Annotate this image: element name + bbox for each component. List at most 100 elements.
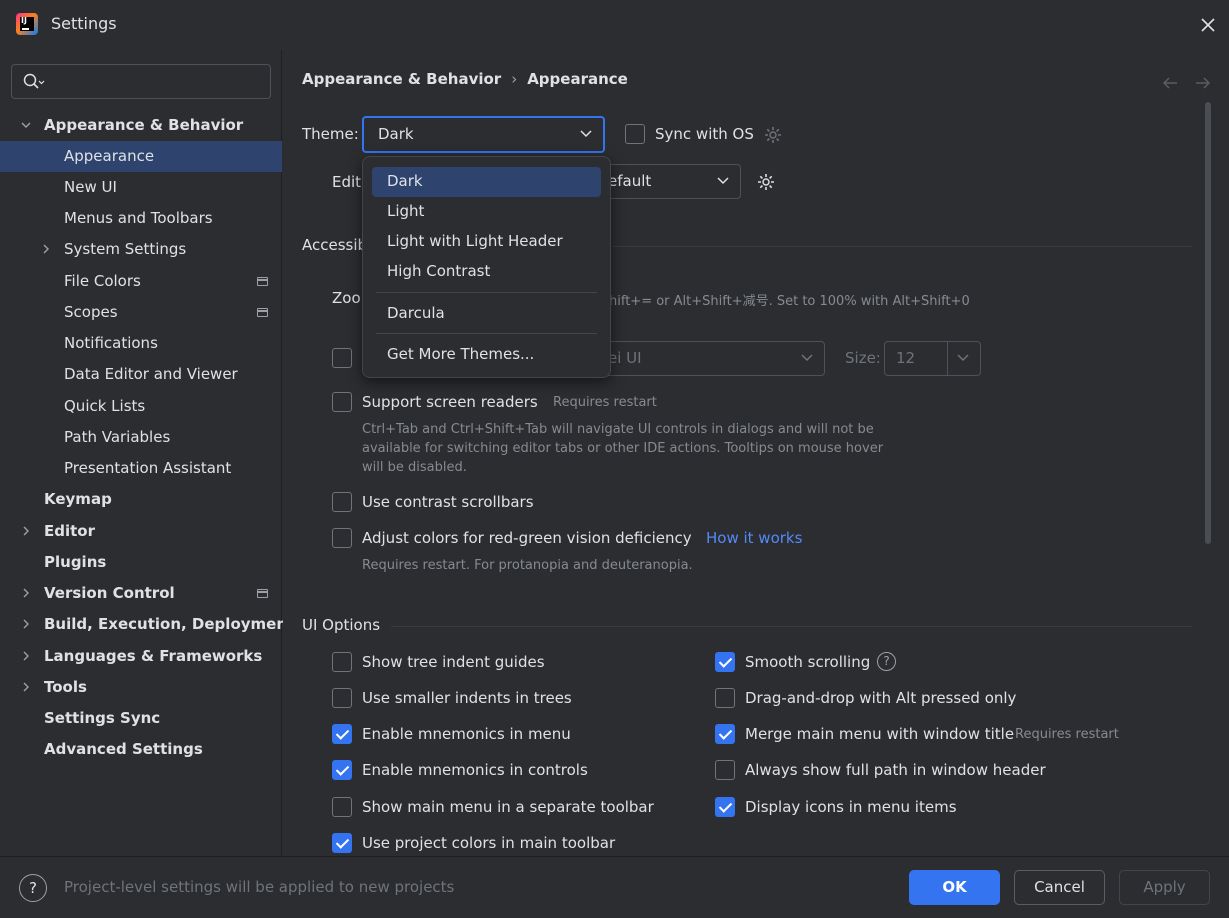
settings-search-box[interactable] [11,64,271,99]
tree-indent-guides-checkbox[interactable] [332,652,352,672]
tree-item-system-settings[interactable]: System Settings [0,234,282,265]
chevron-right-icon[interactable] [21,619,31,629]
alt-drag-drop-checkbox[interactable] [715,688,735,708]
theme-option-dark[interactable]: Dark [372,167,601,197]
tree-item-path-variables[interactable]: Path Variables [0,422,282,453]
vertical-scrollbar[interactable] [1205,102,1211,544]
close-icon[interactable] [1196,13,1220,37]
chevron-down-icon [957,354,969,362]
theme-option-darcula[interactable]: Darcula [372,299,601,329]
project-level-icon [257,277,268,286]
font-size-select[interactable]: 12 [884,341,981,376]
tree-item-new-ui[interactable]: New UI [0,172,282,203]
zoom-hint: hift+= or Alt+Shift+减号. Set to 100% with… [609,294,970,309]
back-arrow-icon[interactable] [1161,74,1179,92]
menu-icons-checkbox[interactable] [715,797,735,817]
merge-main-menu-label: Merge main menu with window title [745,725,1015,743]
accessibility-title: Accessib [302,236,368,254]
smaller-indents-checkbox[interactable] [332,688,352,708]
tree-item-keymap[interactable]: Keymap [0,484,282,515]
color-deficiency-hint: Requires restart. For protanopia and deu… [362,558,693,573]
tree-indent-guides-label: Show tree indent guides [362,653,545,671]
tree-item-version-control[interactable]: Version Control [0,578,282,609]
tree-item-build-execution[interactable]: Build, Execution, Deployment [0,609,294,640]
chevron-right-icon[interactable] [21,682,31,692]
theme-option-light[interactable]: Light [372,197,601,227]
settings-sidebar: Appearance & Behavior Appearance New UI … [0,50,294,856]
tree-item-menus-toolbars[interactable]: Menus and Toolbars [0,203,282,234]
popup-separator [376,292,597,293]
chevron-right-icon[interactable] [21,526,31,536]
tree-item-file-colors[interactable]: File Colors [0,266,282,297]
screen-readers-label: Support screen readers [362,393,538,411]
contrast-scrollbars-checkbox[interactable] [332,492,352,512]
tree-item-languages-frameworks[interactable]: Languages & Frameworks [0,641,282,672]
full-path-header-label: Always show full path in window header [745,761,1046,779]
tree-item-editor[interactable]: Editor [0,516,282,547]
alt-drag-drop-label: Drag-and-drop with Alt pressed only [745,689,1017,707]
theme-option-light-header[interactable]: Light with Light Header [372,227,601,257]
tree-item-tools[interactable]: Tools [0,672,282,703]
separate-toolbar-label: Show main menu in a separate toolbar [362,798,654,816]
merge-main-menu-checkbox[interactable] [715,724,735,744]
font-select[interactable]: ei UI [583,341,825,376]
project-settings-note: Project-level settings will be applied t… [64,878,455,896]
tree-item-data-editor[interactable]: Data Editor and Viewer [0,359,282,390]
screen-readers-checkbox[interactable] [332,392,352,412]
tree-item-scopes[interactable]: Scopes [0,297,282,328]
help-icon[interactable]: ? [19,874,47,902]
screen-readers-note: Requires restart [553,395,657,410]
forward-arrow-icon[interactable] [1194,74,1212,92]
tree-item-advanced-settings[interactable]: Advanced Settings [0,734,282,765]
mnemonics-menu-checkbox[interactable] [332,724,352,744]
theme-label: Theme: [302,125,359,143]
theme-select[interactable]: Dark [362,116,605,153]
settings-search-input[interactable] [52,69,262,95]
theme-option-high-contrast[interactable]: High Contrast [372,257,601,287]
merge-main-menu-note: Requires restart [1015,727,1119,742]
full-path-header-checkbox[interactable] [715,760,735,780]
separate-toolbar-checkbox[interactable] [332,797,352,817]
mnemonics-controls-label: Enable mnemonics in controls [362,761,588,779]
gear-icon[interactable] [763,125,783,145]
breadcrumb-separator: › [511,70,518,88]
help-icon[interactable]: ? [877,652,896,671]
screen-readers-hint: Ctrl+Tab and Ctrl+Shift+Tab will navigat… [362,422,884,475]
mnemonics-controls-checkbox[interactable] [332,760,352,780]
chevron-right-icon[interactable] [41,244,51,254]
combo-divider [947,342,948,375]
breadcrumb-parent[interactable]: Appearance & Behavior [302,70,501,88]
tree-item-appearance[interactable]: Appearance [0,141,282,172]
menu-icons-label: Display icons in menu items [745,798,957,816]
tree-item-appearance-behavior[interactable]: Appearance & Behavior [0,110,282,141]
tree-item-presentation-assistant[interactable]: Presentation Assistant [0,453,282,484]
window-title: Settings [51,14,117,33]
tree-item-settings-sync[interactable]: Settings Sync [0,703,282,734]
editor-scheme-label: Edit [332,173,362,191]
cancel-button[interactable]: Cancel [1014,870,1105,905]
chevron-down-icon[interactable] [21,120,31,130]
ui-options-title: UI Options [302,616,381,634]
chevron-right-icon[interactable] [21,588,31,598]
tree-item-plugins[interactable]: Plugins [0,547,282,578]
chevron-right-icon[interactable] [21,651,31,661]
how-it-works-link[interactable]: How it works [706,529,802,547]
breadcrumb-current: Appearance [527,70,628,88]
tree-item-quick-lists[interactable]: Quick Lists [0,391,282,422]
tree-item-notifications[interactable]: Notifications [0,328,282,359]
get-more-themes-option[interactable]: Get More Themes... [372,340,601,370]
apply-button[interactable]: Apply [1119,870,1210,905]
chevron-down-icon [580,130,592,138]
custom-font-checkbox[interactable] [332,348,352,368]
gear-icon[interactable] [756,172,776,192]
size-label: Size: [845,349,881,367]
theme-dropdown-popup: Dark Light Light with Light Header High … [362,156,611,378]
mnemonics-menu-label: Enable mnemonics in menu [362,725,571,743]
color-deficiency-checkbox[interactable] [332,528,352,548]
project-colors-checkbox[interactable] [332,833,352,853]
section-divider [391,626,1192,627]
sync-with-os-checkbox[interactable] [625,124,645,144]
section-divider [613,246,1192,247]
smooth-scrolling-checkbox[interactable] [715,652,735,672]
ok-button[interactable]: OK [909,870,1000,905]
